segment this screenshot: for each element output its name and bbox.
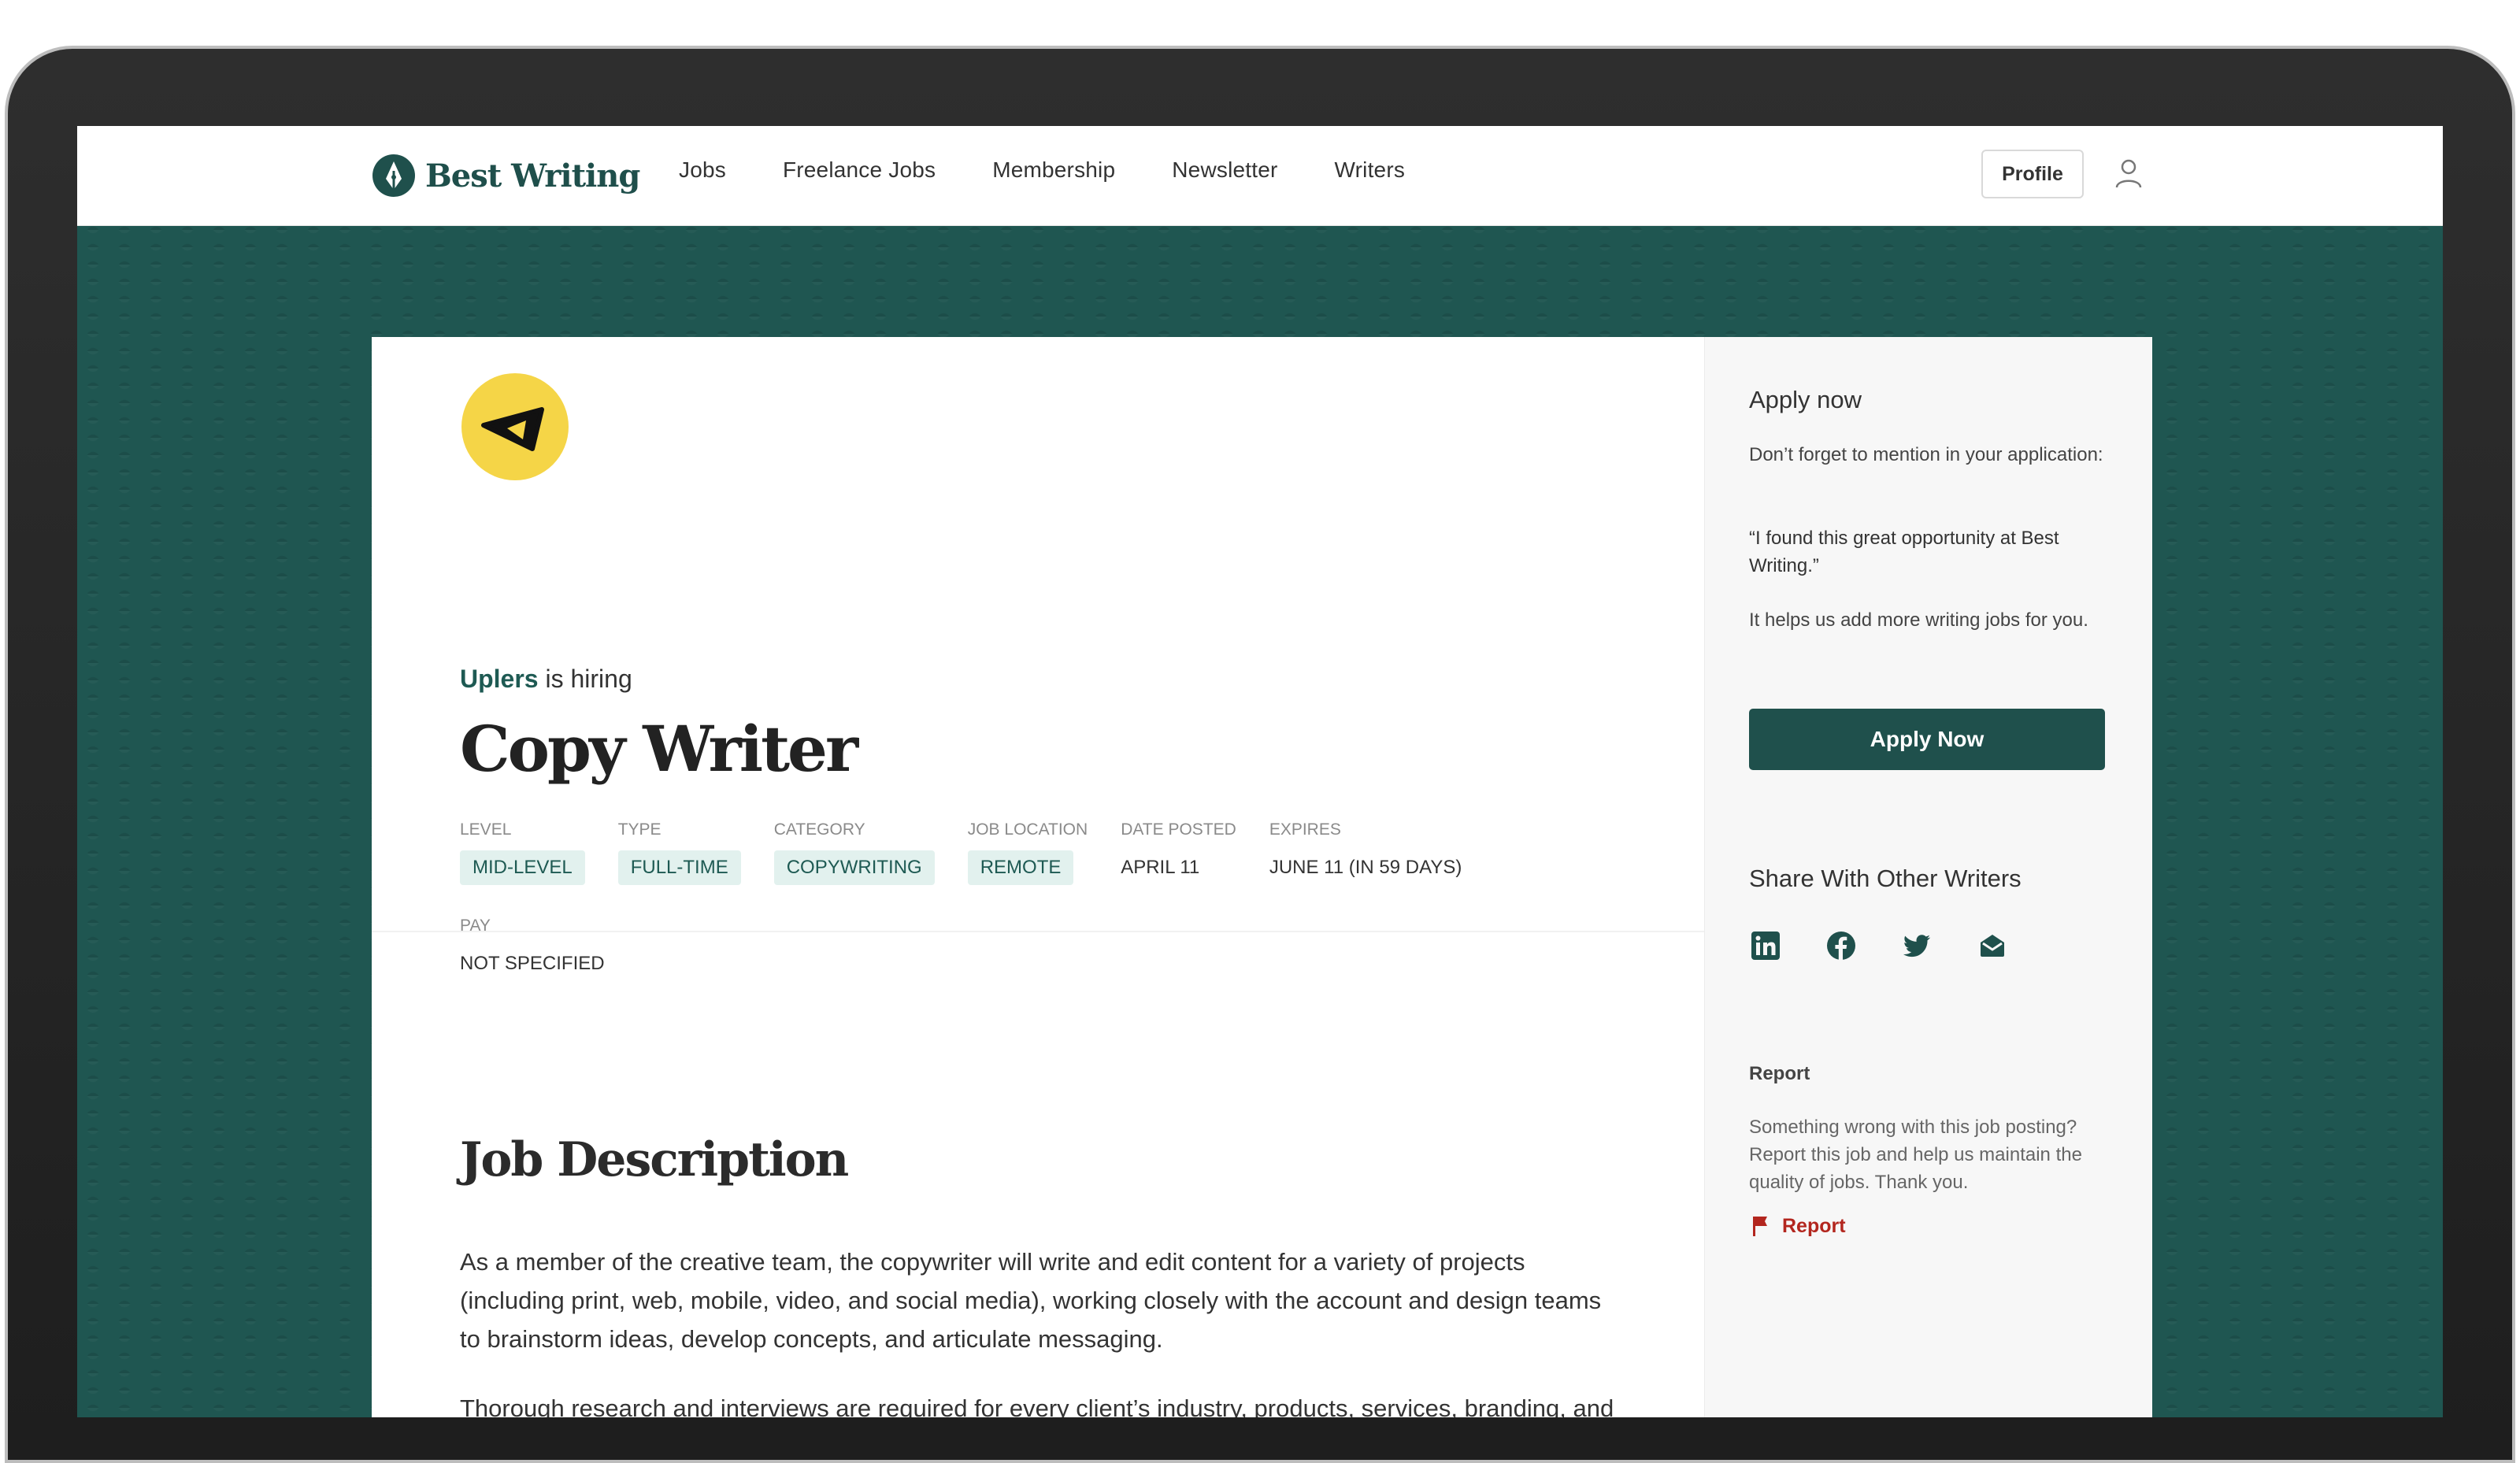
twitter-icon[interactable] <box>1900 929 1933 962</box>
meta-label: JOB LOCATION <box>967 820 1088 839</box>
job-card: Uplers is hiring Copy Writer LEVEL MID-L… <box>372 337 2152 1417</box>
profile-button[interactable]: Profile <box>1981 150 2084 198</box>
meta-date-posted: DATE POSTED APRIL 11 <box>1121 820 1236 885</box>
meta-location: JOB LOCATION REMOTE <box>967 820 1088 885</box>
level-chip: MID-LEVEL <box>460 850 585 885</box>
apply-now-button[interactable]: Apply Now <box>1749 709 2105 770</box>
expires-value: JUNE 11 (IN 59 DAYS) <box>1269 857 1462 878</box>
apply-quote: “I found this great opportunity at Best … <box>1749 528 2059 576</box>
meta-expires: EXPIRES JUNE 11 (IN 59 DAYS) <box>1269 820 1462 885</box>
user-icon[interactable] <box>2109 154 2148 194</box>
flag-icon <box>1753 1217 1767 1236</box>
facebook-icon[interactable] <box>1825 929 1858 962</box>
nav-link-membership[interactable]: Membership <box>992 157 1115 183</box>
share-icons <box>1749 929 2009 962</box>
meta-label: EXPIRES <box>1269 820 1341 839</box>
apply-helps: It helps us add more writing jobs for yo… <box>1749 609 2088 631</box>
report-link-label: Report <box>1782 1214 1846 1237</box>
apply-sidebar: Apply now Don’t forget to mention in you… <box>1704 337 2152 1417</box>
pen-nib-icon <box>372 154 415 197</box>
nav-link-freelance-jobs[interactable]: Freelance Jobs <box>783 157 936 183</box>
apply-heading: Apply now <box>1749 386 1862 413</box>
type-chip: FULL-TIME <box>617 850 741 885</box>
job-main: Uplers is hiring Copy Writer LEVEL MID-L… <box>372 337 1704 1417</box>
nav-links: Jobs Freelance Jobs Membership Newslette… <box>679 157 1405 183</box>
meta-label: TYPE <box>617 820 662 839</box>
report-heading: Report <box>1749 1063 1810 1084</box>
category-chip: COPYWRITING <box>773 850 935 885</box>
pay-value: NOT SPECIFIED <box>460 953 605 974</box>
date-posted-value: APRIL 11 <box>1121 857 1200 878</box>
pay-label: PAY <box>460 917 491 935</box>
brand-logo[interactable]: Best Writing <box>372 148 640 203</box>
meta-pay: PAY NOT SPECIFIED <box>460 917 605 981</box>
job-description-paragraph: As a member of the creative team, the co… <box>460 1248 1602 1353</box>
browser-screen: Best Writing Jobs Freelance Jobs Members… <box>77 126 2443 1417</box>
job-meta: LEVEL MID-LEVEL TYPE FULL-TIME CATEGORY … <box>460 820 1462 885</box>
meta-category: CATEGORY COPYWRITING <box>773 820 935 885</box>
job-description-paragraph: Thorough research and interviews are req… <box>460 1394 1614 1417</box>
job-description-heading: Job Description <box>460 1132 849 1187</box>
apply-note: Don’t forget to mention in your applicat… <box>1749 444 2103 465</box>
hiring-suffix: is hiring <box>545 665 632 693</box>
section-divider <box>372 931 1704 932</box>
report-link[interactable]: Report <box>1749 1214 1846 1238</box>
linkedin-icon[interactable] <box>1749 929 1782 962</box>
company-name[interactable]: Uplers <box>460 665 539 693</box>
meta-type: TYPE FULL-TIME <box>617 820 741 885</box>
meta-label: LEVEL <box>460 820 512 839</box>
nav-link-writers[interactable]: Writers <box>1335 157 1406 183</box>
meta-label: DATE POSTED <box>1121 820 1236 839</box>
meta-level: LEVEL MID-LEVEL <box>460 820 585 885</box>
nav-link-jobs[interactable]: Jobs <box>679 157 726 183</box>
report-description: Something wrong with this job posting? R… <box>1749 1117 2082 1193</box>
company-logo <box>461 373 569 480</box>
location-chip: REMOTE <box>967 850 1074 885</box>
hiring-line: Uplers is hiring <box>460 665 632 694</box>
brand-name: Best Writing <box>425 157 640 194</box>
nav-link-newsletter[interactable]: Newsletter <box>1172 157 1277 183</box>
share-heading: Share With Other Writers <box>1749 865 2022 892</box>
email-icon[interactable] <box>1976 929 2009 962</box>
job-title: Copy Writer <box>460 712 858 786</box>
meta-label: CATEGORY <box>773 820 865 839</box>
top-navigation: Best Writing Jobs Freelance Jobs Members… <box>77 126 2443 226</box>
